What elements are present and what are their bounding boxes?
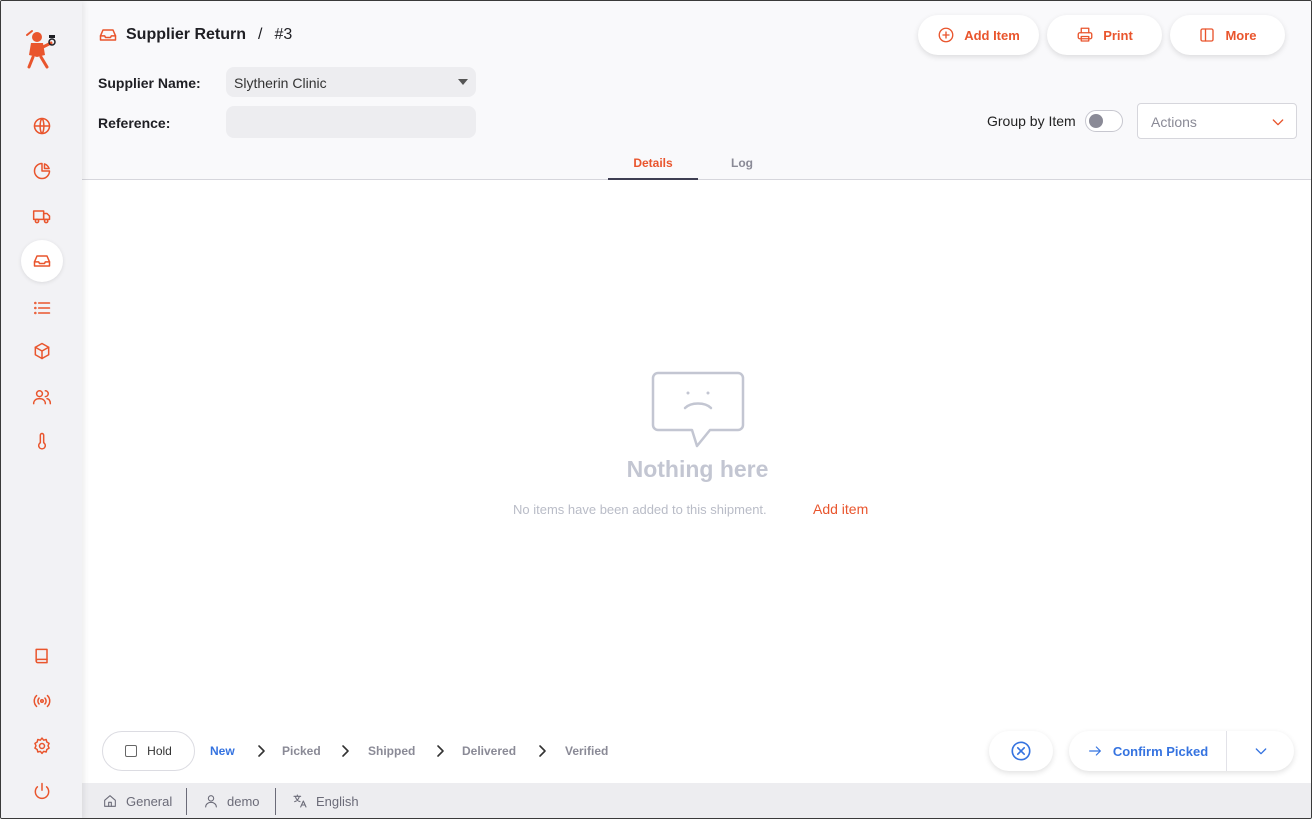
close-circle-icon — [1011, 741, 1031, 761]
confirm-options-dropdown[interactable] — [1227, 731, 1294, 771]
sidebar-item-reports[interactable] — [21, 150, 63, 192]
actions-dropdown[interactable]: Actions — [1137, 103, 1297, 139]
sidebar-item-catalogue[interactable] — [21, 287, 63, 329]
add-item-label: Add Item — [964, 27, 1020, 43]
tab-details[interactable]: Details — [608, 156, 698, 180]
more-label: More — [1225, 27, 1257, 43]
empty-state-title: Nothing here — [626, 456, 769, 482]
add-item-button[interactable]: Add Item — [918, 15, 1039, 55]
inbox-icon — [99, 29, 117, 41]
supplier-name-label: Supplier Name: — [98, 75, 201, 91]
more-button[interactable]: More — [1170, 15, 1285, 55]
power-icon — [34, 782, 50, 800]
sidebar-item-distribution[interactable] — [21, 195, 63, 237]
hold-label: Hold — [147, 744, 172, 758]
confirm-picked-button[interactable]: Confirm Picked — [1069, 731, 1227, 771]
divider — [275, 788, 276, 815]
home-icon — [104, 795, 116, 807]
translate-icon — [293, 794, 307, 808]
page-title-text: Supplier Return — [126, 26, 247, 43]
toggle-knob — [1089, 114, 1103, 128]
status-step-shipped: Shipped — [368, 744, 416, 758]
sidebar-item-replenishment[interactable] — [21, 240, 63, 282]
sidebar-panel-icon — [1200, 28, 1215, 42]
chevron-right-icon — [340, 744, 350, 758]
cancel-button[interactable] — [989, 731, 1053, 771]
store-name: General — [126, 793, 173, 809]
empty-state-message: No items have been added to this shipmen… — [513, 502, 767, 517]
sidebar-item-settings[interactable] — [21, 725, 63, 767]
broadcast-icon — [33, 694, 51, 708]
app-window: Supplier Return / #3 Add Item Print More… — [0, 0, 1312, 819]
sidebar — [1, 1, 82, 818]
language-name: English — [316, 793, 359, 809]
reference-input[interactable] — [226, 106, 476, 138]
sidebar-item-cold-chain[interactable] — [21, 420, 63, 462]
store-indicator[interactable]: General — [102, 793, 172, 809]
language-indicator[interactable]: English — [292, 793, 359, 809]
status-step-new: New — [210, 744, 235, 758]
supplier-name-value: Slytherin Clinic — [234, 75, 327, 91]
sidebar-item-dashboard[interactable] — [21, 105, 63, 147]
chevron-down-icon — [1272, 119, 1284, 126]
sidebar-item-logout[interactable] — [21, 770, 63, 812]
status-step-verified: Verified — [565, 744, 609, 758]
shipment-number: #3 — [274, 26, 293, 43]
caret-down-icon — [458, 79, 468, 85]
group-by-item-label: Group by Item — [987, 113, 1076, 129]
status-step-delivered: Delivered — [462, 744, 517, 758]
gear-icon — [34, 737, 50, 755]
book-icon — [35, 648, 48, 664]
status-step-picked: Picked — [282, 744, 321, 758]
users-icon — [32, 390, 52, 405]
add-item-link[interactable]: Add item — [813, 501, 868, 517]
thermometer-icon — [37, 432, 47, 450]
pie-chart-icon — [33, 162, 51, 180]
sidebar-item-dispensary[interactable] — [21, 376, 63, 418]
sad-message-icon — [651, 371, 745, 448]
actions-placeholder: Actions — [1151, 114, 1197, 130]
user-indicator[interactable]: demo — [203, 793, 260, 809]
user-name: demo — [227, 793, 260, 809]
sidebar-item-sync[interactable] — [21, 680, 63, 722]
cube-icon — [34, 342, 50, 360]
truck-icon — [32, 210, 51, 224]
print-label: Print — [1103, 27, 1133, 43]
breadcrumb-separator: / — [258, 26, 263, 43]
page-title: Supplier Return / #3 — [98, 25, 292, 45]
confirm-picked-split-button: Confirm Picked — [1069, 731, 1294, 771]
confirm-picked-label: Confirm Picked — [1112, 743, 1209, 759]
user-icon — [205, 795, 217, 808]
print-button[interactable]: Print — [1047, 15, 1162, 55]
reference-label: Reference: — [98, 115, 171, 131]
printer-icon — [1077, 27, 1093, 42]
plus-circle-icon — [938, 27, 954, 43]
chevron-right-icon — [256, 744, 266, 758]
chevron-right-icon — [537, 744, 547, 758]
list-icon — [34, 301, 51, 315]
hold-toggle[interactable]: Hold — [102, 731, 195, 771]
page-header: Supplier Return / #3 Add Item Print More… — [82, 1, 1311, 180]
arrow-right-icon — [1088, 746, 1101, 756]
sidebar-item-help[interactable] — [21, 635, 63, 677]
chevron-down-icon — [1255, 748, 1266, 755]
app-logo[interactable] — [23, 27, 59, 69]
group-by-item-toggle[interactable] — [1085, 110, 1123, 132]
status-bar: General demo English — [82, 783, 1311, 818]
chevron-right-icon — [435, 744, 445, 758]
divider — [186, 788, 187, 815]
tab-log[interactable]: Log — [698, 156, 786, 180]
supplier-name-select[interactable]: Slytherin Clinic — [226, 67, 476, 97]
inbox-icon — [33, 255, 51, 267]
hold-checkbox[interactable] — [125, 745, 138, 757]
sidebar-item-inventory[interactable] — [21, 330, 63, 372]
globe-icon — [33, 117, 51, 135]
